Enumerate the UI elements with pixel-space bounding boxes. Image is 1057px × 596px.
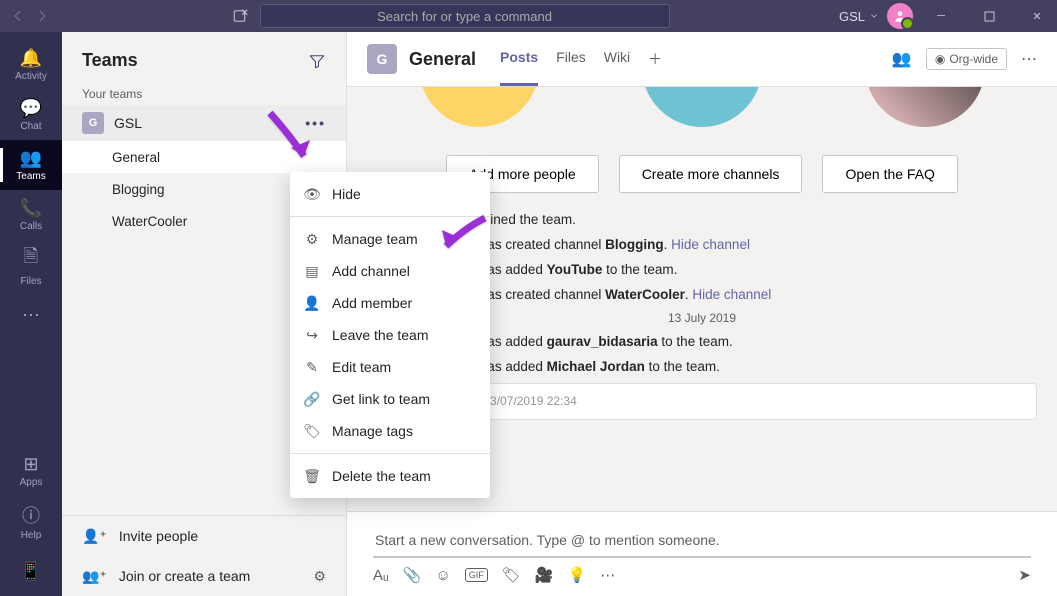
join-icon: 👥⁺ (82, 568, 107, 585)
meet-now-icon[interactable]: 🎥 (535, 566, 554, 584)
gif-icon[interactable]: GIF (465, 568, 488, 582)
illustration-yellow (419, 87, 539, 127)
apps-icon: ⊞ (23, 454, 38, 475)
rail-more[interactable]: ⋯ (0, 290, 62, 340)
tag-icon: 🏷 (304, 423, 320, 440)
hide-channel-link-1[interactable]: Hide channel (671, 237, 750, 252)
sticker-icon[interactable]: 🏷 (502, 566, 521, 584)
tab-wiki[interactable]: Wiki (604, 33, 630, 86)
ctx-add-member[interactable]: 👤Add member (290, 287, 490, 319)
ctx-delete-team[interactable]: 🗑Delete the team (290, 460, 490, 492)
new-message-icon[interactable] (230, 5, 252, 27)
gear-icon: ⚙ (304, 231, 320, 248)
mobile-icon: 📱 (20, 561, 42, 582)
illustration-teal (642, 87, 762, 127)
emoji-icon[interactable]: ☺ (435, 567, 450, 584)
add-member-icon: 👤 (304, 295, 320, 312)
more-options-icon[interactable]: ⋯ (1021, 49, 1037, 69)
your-teams-label: Your teams (62, 83, 346, 105)
add-channel-icon: ▤ (304, 263, 320, 280)
compose-input[interactable]: Start a new conversation. Type @ to ment… (373, 524, 1031, 558)
tab-posts[interactable]: Posts (500, 33, 538, 86)
search-input[interactable]: Search for or type a command (260, 4, 670, 28)
avatar[interactable] (887, 3, 913, 29)
team-name: GSL (114, 115, 142, 131)
cta-open-faq[interactable]: Open the FAQ (822, 155, 958, 193)
team-tile: G (82, 112, 104, 134)
tab-files[interactable]: Files (556, 33, 586, 86)
chat-icon: 💬 (20, 98, 42, 119)
rail-mobile[interactable]: 📱 (0, 546, 62, 596)
ellipsis-icon: ⋯ (22, 305, 40, 326)
title-bar: Search for or type a command GSL ─ ✕ (0, 0, 1057, 32)
ctx-edit-team[interactable]: ✎Edit team (290, 351, 490, 383)
rail-calls[interactable]: 📞Calls (0, 190, 62, 240)
gear-icon[interactable]: ⚙ (313, 568, 326, 585)
annotation-arrow-1 (260, 108, 320, 173)
annotation-arrow-2 (430, 210, 490, 265)
hide-icon: 👁 (304, 186, 320, 203)
rail-apps[interactable]: ⊞Apps (0, 446, 62, 496)
invite-icon: 👤⁺ (82, 528, 107, 545)
phone-icon: 📞 (20, 198, 42, 219)
nav-back[interactable] (8, 6, 28, 26)
team-app-icon[interactable]: 👥 (892, 49, 912, 69)
ctx-leave-team[interactable]: ↪Leave the team (290, 319, 490, 351)
window-close[interactable]: ✕ (1017, 0, 1057, 32)
help-icon: ⓘ (22, 502, 40, 528)
message-card[interactable]: Jordan 13/07/2019 22:34 (407, 383, 1037, 420)
app-rail: 🔔Activity 💬Chat 👥Teams 📞Calls 🗎Files ⋯ ⊞… (0, 32, 62, 596)
rail-files[interactable]: 🗎Files (0, 240, 62, 290)
channel-name: General (409, 49, 476, 70)
pencil-icon: ✎ (304, 359, 320, 376)
join-create-team[interactable]: 👥⁺Join or create a team⚙ (62, 556, 346, 596)
bell-icon: 🔔 (20, 48, 42, 69)
invite-people[interactable]: 👤⁺Invite people (62, 516, 346, 556)
filter-icon[interactable] (308, 52, 326, 70)
ctx-hide[interactable]: 👁Hide (290, 178, 490, 210)
send-icon[interactable]: ➤ (1018, 566, 1031, 584)
channel-header: G General Posts Files Wiki ＋ 👥 ◉Org-wide… (347, 32, 1057, 87)
ctx-manage-tags[interactable]: 🏷Manage tags (290, 415, 490, 447)
rail-teams[interactable]: 👥Teams (0, 140, 62, 190)
ctx-get-link[interactable]: 🔗Get link to team (290, 383, 490, 415)
rail-chat[interactable]: 💬Chat (0, 90, 62, 140)
tenant-selector[interactable]: GSL (839, 9, 879, 24)
teams-icon: 👥 (20, 148, 42, 169)
more-compose-icon[interactable]: ⋯ (600, 566, 615, 584)
hide-channel-link-2[interactable]: Hide channel (692, 287, 771, 302)
composer: Start a new conversation. Type @ to ment… (347, 511, 1057, 596)
sidebar-title: Teams (82, 50, 138, 71)
tab-add[interactable]: ＋ (648, 33, 662, 86)
illustration-hands (865, 87, 985, 127)
file-icon: 🗎 (24, 244, 38, 274)
channel-tile: G (367, 44, 397, 74)
link-icon: 🔗 (304, 391, 320, 408)
msg-timestamp: 13/07/2019 22:34 (483, 394, 576, 409)
window-maximize[interactable] (969, 0, 1009, 32)
trash-icon: 🗑 (304, 468, 320, 485)
rail-help[interactable]: ⓘHelp (0, 496, 62, 546)
rail-activity[interactable]: 🔔Activity (0, 40, 62, 90)
stream-icon[interactable]: 💡 (568, 566, 587, 584)
nav-forward[interactable] (32, 6, 52, 26)
window-minimize[interactable]: ─ (921, 0, 961, 32)
format-icon[interactable]: Aᵤ (373, 567, 389, 584)
leave-icon: ↪ (304, 327, 320, 344)
cta-create-channels[interactable]: Create more channels (619, 155, 803, 193)
attach-icon[interactable]: 📎 (403, 566, 422, 584)
orgwide-button[interactable]: ◉Org-wide (926, 48, 1007, 70)
